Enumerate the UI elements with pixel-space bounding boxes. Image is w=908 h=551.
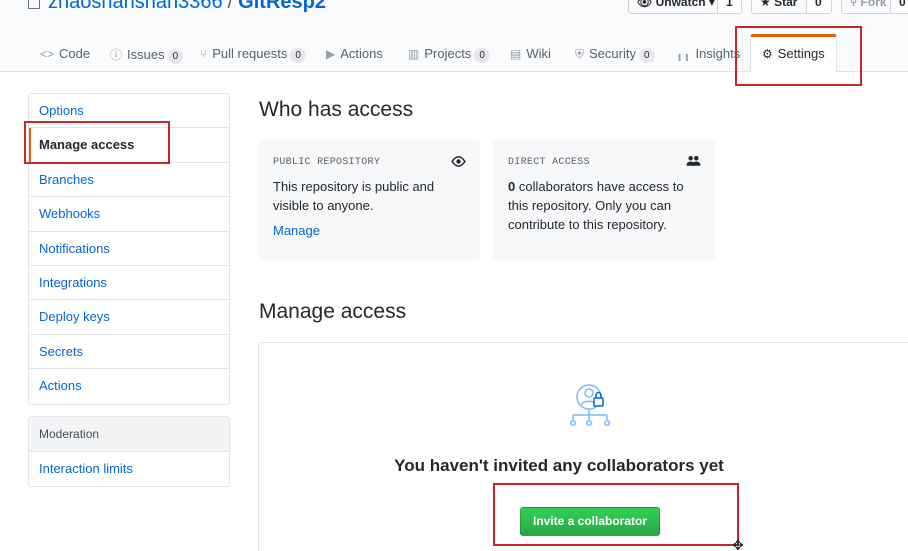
repo-book-icon	[28, 0, 40, 9]
project-icon: ▥	[408, 47, 420, 61]
tab-issues[interactable]: ⓘ Issues 0	[110, 34, 184, 72]
collaborators-blankslate: You haven't invited any collaborators ye…	[258, 342, 908, 551]
code-icon: <>	[40, 47, 55, 61]
repo-title-separator: /	[227, 0, 234, 13]
star-icon: ★	[760, 0, 771, 9]
gear-icon: ⚙	[762, 47, 773, 61]
menu-item-branches[interactable]: Branches	[29, 163, 229, 198]
who-has-access-title: Who has access	[259, 98, 414, 121]
tab-insights[interactable]: ╻╻ Insights	[676, 34, 740, 72]
direct-access-label: DIRECT ACCESS	[508, 157, 590, 168]
collaborator-lock-icon	[567, 383, 615, 434]
menu-item-manage-access[interactable]: Manage access	[29, 128, 229, 163]
repo-title: zhaoshanshan3366 / GitResp2	[28, 0, 326, 14]
manage-link[interactable]: Manage	[273, 223, 465, 238]
no-collaborators-heading: You haven't invited any collaborators ye…	[394, 456, 724, 475]
menu-item-actions[interactable]: Actions	[29, 369, 229, 403]
tab-security[interactable]: ⛨ Security 0	[575, 34, 655, 72]
tab-projects[interactable]: ▥ Projects 0	[408, 34, 490, 72]
moderation-menu: Moderation Interaction limits	[28, 416, 230, 488]
graph-icon: ╻╻	[676, 47, 691, 61]
pull-request-icon: ⑂	[200, 47, 208, 61]
invite-collaborator-button[interactable]: Invite a collaborator	[520, 507, 660, 536]
issue-icon: ⓘ	[110, 48, 123, 62]
eye-icon	[451, 154, 466, 170]
star-button[interactable]: ★ Star	[751, 0, 807, 14]
fork-icon: ⑂	[850, 0, 858, 9]
tab-settings[interactable]: ⚙ Settings	[750, 34, 837, 73]
star-count[interactable]: 0	[806, 0, 832, 14]
people-icon	[686, 154, 701, 170]
manage-access-title: Manage access	[259, 300, 407, 323]
book-icon: ▤	[510, 47, 522, 61]
menu-item-options[interactable]: Options	[29, 94, 229, 129]
tab-code[interactable]: <> Code	[40, 34, 90, 72]
eye-icon: 👁	[637, 0, 653, 9]
repo-owner-link[interactable]: zhaoshanshan3366	[48, 0, 223, 13]
public-repository-label: PUBLIC REPOSITORY	[273, 157, 381, 168]
security-counter: 0	[638, 48, 655, 63]
play-icon: ▶	[326, 47, 336, 61]
repo-header: zhaoshanshan3366/GitResp2 👁 Unwatch ▾ 1 …	[0, 0, 908, 73]
shield-icon: ⛨	[575, 47, 585, 61]
tab-pull-requests[interactable]: ⑂ Pull requests 0	[200, 34, 306, 72]
projects-counter: 0	[474, 48, 490, 63]
watch-count[interactable]: 1	[717, 0, 742, 14]
fork-count[interactable]: 0	[890, 0, 908, 14]
menu-item-secrets[interactable]: Secrets	[29, 335, 229, 370]
menu-item-deploy-keys[interactable]: Deploy keys	[29, 300, 229, 335]
direct-access-text: 0 collaborators have access to this repo…	[508, 179, 684, 232]
pull-requests-counter: 0	[290, 48, 306, 63]
issues-counter: 0	[167, 49, 184, 64]
unwatch-button[interactable]: 👁 Unwatch ▾	[628, 0, 718, 14]
fork-button[interactable]: ⑂ Fork	[841, 0, 891, 14]
tab-wiki[interactable]: ▤ Wiki	[510, 34, 551, 72]
moderation-heading: Moderation	[29, 417, 229, 452]
menu-item-webhooks[interactable]: Webhooks	[29, 197, 229, 232]
direct-access-card: DIRECT ACCESS 0 collaborators have acces…	[493, 140, 715, 260]
public-repository-card: PUBLIC REPOSITORY This repository is pub…	[258, 140, 480, 260]
menu-item-integrations[interactable]: Integrations	[29, 266, 229, 301]
settings-menu: Options Manage access Branches Webhooks …	[28, 93, 230, 405]
public-repository-text: This repository is public and visible to…	[273, 179, 435, 213]
menu-item-notifications[interactable]: Notifications	[29, 232, 229, 266]
tab-actions[interactable]: ▶ Actions	[326, 34, 383, 72]
move-cursor-icon: ✥	[732, 537, 744, 551]
menu-item-interaction-limits[interactable]: Interaction limits	[29, 452, 229, 486]
repo-name-link[interactable]: GitResp2	[238, 0, 326, 13]
